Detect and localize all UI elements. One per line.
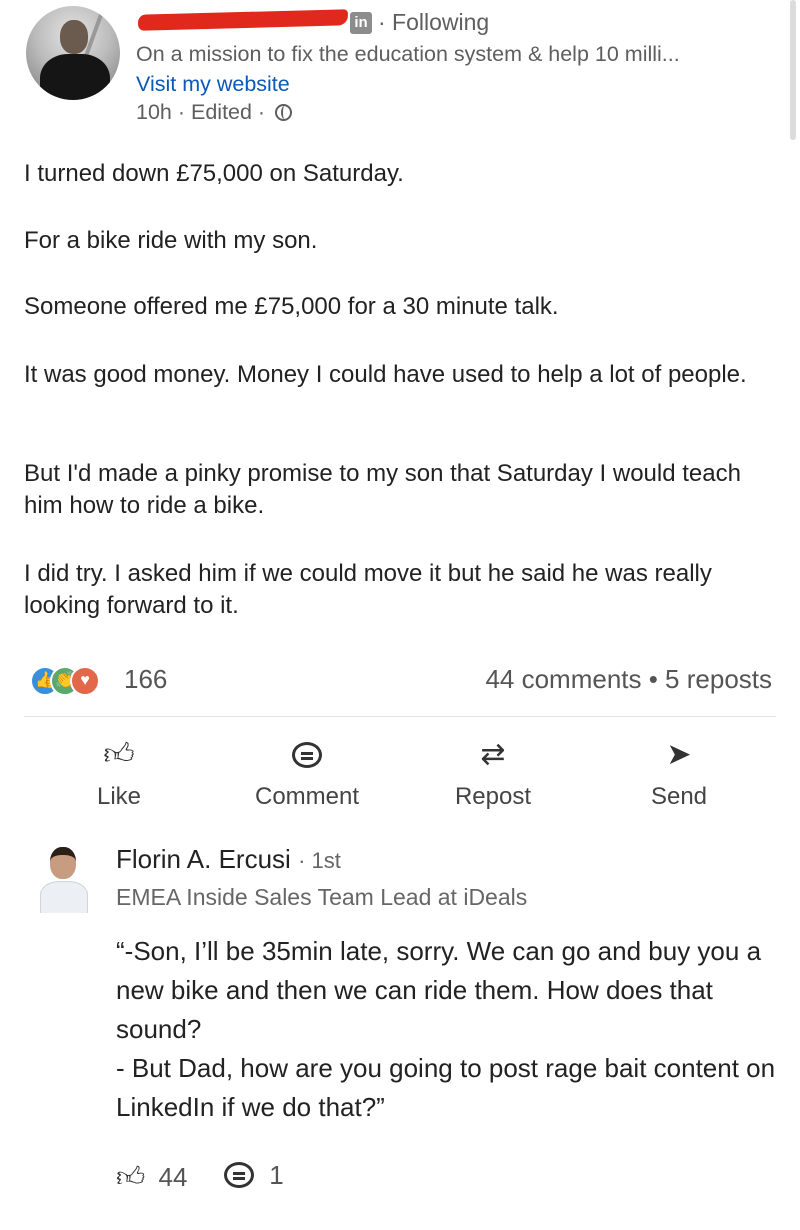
comment-icon — [232, 735, 382, 775]
scrollbar[interactable] — [790, 0, 796, 140]
reaction-count[interactable]: 166 — [124, 664, 167, 695]
comment-text: “-Son, I’ll be 35min late, sorry. We can… — [116, 936, 776, 1122]
following-status[interactable]: · Following — [378, 9, 489, 36]
commenter-title: EMEA Inside Sales Team Lead at iDeals — [116, 884, 528, 910]
post-timestamp: 10h — [136, 100, 172, 124]
comment-reply-button[interactable]: 1 — [224, 1160, 284, 1191]
post-paragraph: But I'd made a pinky promise to my son t… — [24, 460, 741, 519]
author-headline: On a mission to fix the education system… — [136, 42, 680, 66]
post-paragraph: For a bike ride with my son. — [24, 227, 318, 254]
post-paragraph: Someone offered me £75,000 for a 30 minu… — [24, 293, 559, 320]
commenter-avatar-body — [40, 881, 88, 913]
comments-reposts-count[interactable]: 44 comments • 5 reposts — [485, 664, 772, 695]
commenter-avatar[interactable] — [38, 843, 92, 913]
post-paragraph: I turned down £75,000 on Saturday. — [24, 160, 404, 187]
comment-button[interactable]: Comment — [232, 735, 382, 811]
commenter-name[interactable]: Florin A. Ercusi · 1st — [116, 844, 341, 875]
comment-like-button[interactable]: 👍︎ 44 — [116, 1160, 187, 1194]
comment-reply-count: 1 — [269, 1160, 284, 1190]
comment-label: Comment — [254, 783, 360, 810]
post-paragraph: I did try. I asked him if we could move … — [24, 560, 712, 619]
repost-button[interactable]: ⇄ Repost — [418, 735, 568, 811]
edited-label: · Edited · — [177, 100, 266, 124]
linkedin-icon: in — [350, 12, 372, 34]
comment-like-count: 44 — [158, 1162, 188, 1192]
commenter-avatar-head — [50, 847, 76, 879]
visit-website-link[interactable]: Visit my website — [136, 72, 290, 97]
post-paragraph: It was good money. Money I could have us… — [24, 361, 747, 388]
send-button[interactable]: ➤ Send — [604, 735, 754, 811]
redacted-author-name — [137, 9, 349, 31]
avatar-body — [40, 54, 110, 100]
post-meta: 10h · Edited · — [136, 100, 293, 125]
connection-degree: · 1st — [298, 848, 341, 873]
reply-icon — [224, 1162, 254, 1188]
send-icon: ➤ — [666, 738, 692, 771]
avatar-head — [60, 20, 88, 54]
thumbs-up-icon: 👍︎ — [116, 1161, 146, 1192]
love-icon: ♥ — [70, 666, 100, 696]
repost-label: Repost — [454, 783, 532, 810]
thumbs-up-icon: 👍︎ — [103, 738, 135, 771]
repost-icon: ⇄ — [480, 738, 506, 771]
author-avatar[interactable] — [26, 6, 120, 100]
commenter-name-text[interactable]: Florin A. Ercusi — [116, 844, 291, 874]
divider — [24, 716, 776, 717]
send-label: Send — [650, 783, 708, 810]
like-button[interactable]: 👍︎ Like — [44, 735, 194, 811]
like-label: Like — [96, 783, 142, 810]
globe-icon — [275, 104, 293, 121]
